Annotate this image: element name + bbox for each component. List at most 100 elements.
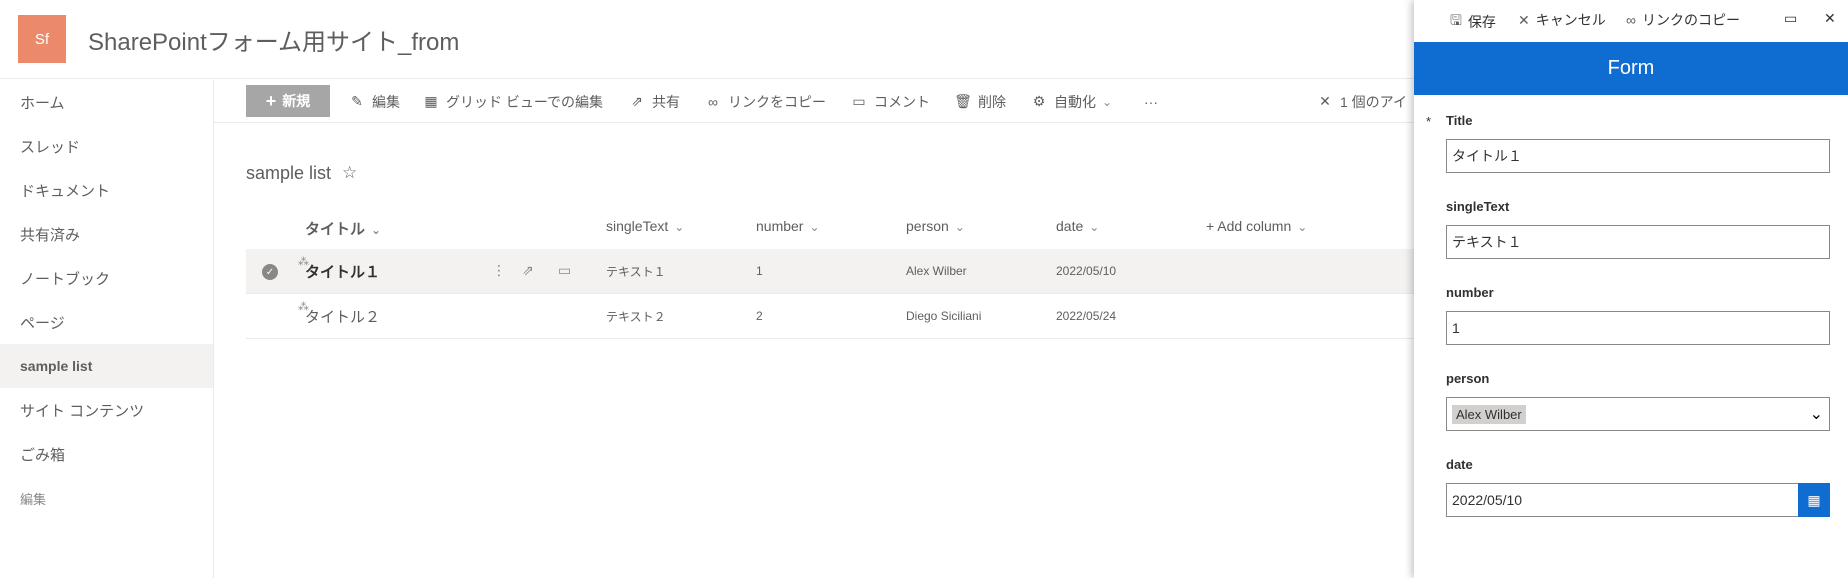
pencil-icon: ✎ bbox=[351, 93, 363, 109]
comment-icon[interactable]: ▭ bbox=[1784, 10, 1797, 27]
edit-label: 編集 bbox=[372, 93, 400, 110]
delete-label: 削除 bbox=[978, 93, 1006, 110]
column-header-number[interactable]: number ⌄ bbox=[756, 218, 820, 234]
comment-label: コメント bbox=[874, 93, 930, 110]
cancel-button[interactable]: ✕ キャンセル bbox=[1518, 10, 1606, 30]
site-title[interactable]: SharePointフォーム用サイト_from bbox=[88, 22, 459, 57]
share-button[interactable]: ⇗ 共有 bbox=[628, 80, 680, 123]
chevron-down-icon[interactable]: ⌄ bbox=[1810, 404, 1823, 424]
panel-toolbar: 🖫 保存 ✕ キャンセル ∞ リンクのコピー ▭ ✕ bbox=[1414, 0, 1848, 42]
new-button[interactable]: + 新規 bbox=[246, 85, 330, 117]
row-title[interactable]: タイトル２ bbox=[305, 294, 380, 338]
row-date: 2022/05/24 bbox=[1056, 309, 1117, 323]
row-person[interactable]: Alex Wilber bbox=[906, 249, 967, 293]
form-banner: Form bbox=[1414, 42, 1848, 95]
link-icon: ∞ bbox=[708, 93, 718, 110]
person-picker[interactable]: Alex Wilber ⌄ bbox=[1446, 397, 1830, 431]
nav-item-recycle-bin[interactable]: ごみ箱 bbox=[0, 432, 213, 476]
date-value: 2022/05/10 bbox=[1452, 492, 1523, 508]
column-header-title-label: タイトル bbox=[305, 221, 366, 238]
plus-icon: + bbox=[265, 90, 277, 111]
singletext-label: singleText bbox=[1446, 199, 1510, 214]
sharepoint-app: Sf SharePointフォーム用サイト_from ホーム スレッド ドキュメ… bbox=[0, 0, 1848, 578]
nav-item-sample-list[interactable]: sample list bbox=[0, 344, 213, 388]
chevron-down-icon: ⌄ bbox=[1089, 220, 1100, 234]
chevron-down-icon: ⌄ bbox=[954, 220, 965, 234]
date-field[interactable]: 2022/05/10 ▦ bbox=[1446, 483, 1830, 517]
nav-item-site-contents[interactable]: サイト コンテンツ bbox=[0, 388, 213, 432]
nav-item-pages[interactable]: ページ bbox=[0, 300, 213, 344]
share-icon[interactable]: ⇗ bbox=[522, 262, 534, 279]
add-column-label: Add column bbox=[1217, 218, 1292, 234]
close-panel-icon[interactable]: ✕ bbox=[1824, 10, 1836, 27]
grid-edit-label: グリッド ビューでの編集 bbox=[446, 93, 604, 110]
site-logo[interactable]: Sf bbox=[18, 15, 66, 63]
link-icon: ∞ bbox=[1626, 12, 1636, 28]
save-button[interactable]: 🖫 保存 bbox=[1450, 10, 1496, 34]
cancel-label: キャンセル bbox=[1535, 12, 1606, 28]
table-row[interactable]: ⁂ タイトル２ テキスト２ 2 Diego Siciliani 2022/05/… bbox=[246, 294, 1414, 339]
copy-link-label: リンクをコピー bbox=[728, 93, 826, 110]
new-button-label: 新規 bbox=[282, 93, 311, 109]
chevron-down-icon: ⌄ bbox=[1102, 94, 1113, 109]
row-title[interactable]: タイトル１ bbox=[305, 249, 380, 293]
title-label: Title bbox=[1446, 113, 1473, 128]
row-number: 1 bbox=[756, 264, 763, 278]
comment-button[interactable]: ▭ コメント bbox=[850, 80, 930, 123]
person-label: person bbox=[1446, 371, 1490, 386]
selection-status[interactable]: ✕ 1 個のアイ bbox=[1316, 80, 1407, 123]
save-icon: 🖫 bbox=[1450, 12, 1462, 28]
date-label: date bbox=[1446, 457, 1473, 472]
column-header-singletext[interactable]: singleText ⌄ bbox=[606, 218, 684, 234]
person-tag[interactable]: Alex Wilber bbox=[1452, 404, 1526, 424]
column-header-number-label: number bbox=[756, 218, 804, 234]
plus-icon: + bbox=[1206, 218, 1218, 234]
share-icon: ⇗ bbox=[631, 93, 643, 109]
close-icon: ✕ bbox=[1319, 93, 1331, 109]
row-singletext: テキスト１ bbox=[606, 264, 666, 279]
share-label: 共有 bbox=[652, 93, 680, 110]
nav-item-documents[interactable]: ドキュメント bbox=[0, 168, 213, 212]
row-date: 2022/05/10 bbox=[1056, 264, 1117, 278]
title-field[interactable]: タイトル１ bbox=[1446, 139, 1830, 173]
singletext-field[interactable]: テキスト１ bbox=[1446, 225, 1830, 259]
grid-icon: ▦ bbox=[424, 93, 438, 109]
calendar-icon[interactable]: ▦ bbox=[1798, 483, 1830, 517]
command-bar: + 新規 ✎ 編集 ▦ グリッド ビューでの編集 ⇗ 共有 ∞ リンクをコピー … bbox=[214, 80, 1414, 123]
nav-item-shared[interactable]: 共有済み bbox=[0, 212, 213, 256]
copy-link-button[interactable]: ∞ リンクのコピー bbox=[1626, 10, 1740, 30]
add-column-button[interactable]: + Add column ⌄ bbox=[1206, 218, 1307, 234]
grid-edit-button[interactable]: ▦ グリッド ビューでの編集 bbox=[422, 80, 603, 123]
form-panel: 🖫 保存 ✕ キャンセル ∞ リンクのコピー ▭ ✕ Form * Title … bbox=[1414, 0, 1848, 578]
comment-icon[interactable]: ▭ bbox=[558, 262, 571, 279]
chevron-down-icon: ⌄ bbox=[1297, 220, 1308, 234]
number-label: number bbox=[1446, 285, 1494, 300]
table-row[interactable]: ✓ ⁂ タイトル１ ⋮ ⇗ ▭ テキスト１ 1 Alex Wilber 2022… bbox=[246, 249, 1414, 294]
copy-link-button[interactable]: ∞ リンクをコピー bbox=[704, 80, 826, 123]
column-header-person[interactable]: person ⌄ bbox=[906, 218, 965, 234]
automate-label: 自動化 bbox=[1054, 93, 1096, 110]
trash-icon: 🗑 bbox=[954, 93, 972, 109]
delete-button[interactable]: 🗑 削除 bbox=[954, 80, 1006, 123]
column-header-title[interactable]: タイトル ⌄ bbox=[305, 218, 381, 239]
chevron-down-icon: ⌄ bbox=[371, 223, 382, 237]
nav-item-threads[interactable]: スレッド bbox=[0, 124, 213, 168]
nav-item-notebook[interactable]: ノートブック bbox=[0, 256, 213, 300]
comment-icon: ▭ bbox=[852, 93, 866, 109]
number-field[interactable]: 1 bbox=[1446, 311, 1830, 345]
automate-button[interactable]: ⚙ 自動化 ⌄ bbox=[1030, 80, 1112, 123]
edit-button[interactable]: ✎ 編集 bbox=[348, 80, 400, 123]
chevron-down-icon: ⌄ bbox=[809, 220, 820, 234]
nav-edit-link[interactable]: 編集 bbox=[0, 476, 213, 520]
column-header-date[interactable]: date ⌄ bbox=[1056, 218, 1099, 234]
row-checkmark-icon[interactable]: ✓ bbox=[262, 264, 278, 280]
row-number: 2 bbox=[756, 309, 763, 323]
more-button[interactable]: ··· bbox=[1144, 80, 1158, 123]
close-icon: ✕ bbox=[1518, 11, 1530, 28]
nav-item-home[interactable]: ホーム bbox=[0, 80, 213, 124]
more-options-icon[interactable]: ⋮ bbox=[492, 262, 506, 279]
favorite-star-icon[interactable]: ☆ bbox=[342, 163, 357, 183]
copy-link-label: リンクのコピー bbox=[1641, 12, 1740, 28]
selection-count-label: 1 個のアイ bbox=[1340, 93, 1407, 110]
row-person[interactable]: Diego Siciliani bbox=[906, 294, 981, 338]
